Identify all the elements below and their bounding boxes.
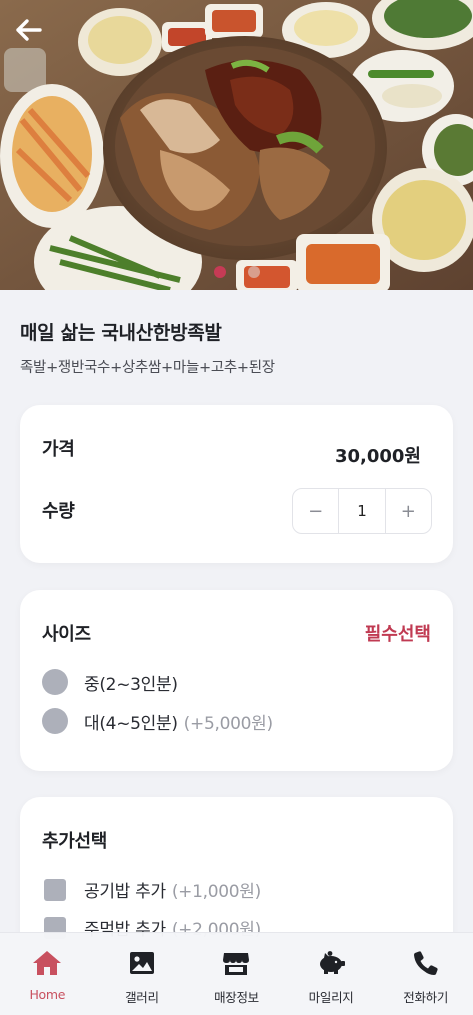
- gallery-icon: [127, 949, 157, 977]
- store-icon: [221, 949, 251, 977]
- option-extra-price: (+5,000원): [183, 713, 273, 734]
- quantity-value: 1: [338, 489, 386, 533]
- carousel-dot-active[interactable]: [214, 266, 226, 278]
- product-title: 매일 삶는 국내산한방족발: [20, 322, 222, 344]
- size-option-card: 사이즈 필수선택 중(2~3인분) 대(4~5인분) (+5,000원): [20, 590, 453, 771]
- nav-label: 전화하기: [403, 990, 449, 1005]
- hero-image: [0, 0, 473, 290]
- home-icon: [32, 949, 62, 977]
- nav-item-store-info[interactable]: 매장정보: [189, 933, 284, 1015]
- required-badge: 필수선택: [364, 624, 431, 645]
- nav-label: 매장정보: [214, 990, 259, 1005]
- quantity-label: 수량: [42, 501, 75, 522]
- nav-label: 마일리지: [308, 990, 354, 1005]
- carousel-dot[interactable]: [248, 266, 260, 278]
- price-quantity-card: 가격 30,000원 수량 − 1 +: [20, 405, 453, 563]
- nav-label: 갤러리: [125, 990, 159, 1005]
- bottom-navigation: Home 갤러리 매장정보 마일리지 전화하기: [0, 932, 473, 1015]
- option-label: 대(4~5인분): [84, 713, 178, 734]
- extra-title: 추가선택: [42, 831, 108, 852]
- nav-item-mileage[interactable]: 마일리지: [284, 933, 379, 1015]
- size-option-large[interactable]: 대(4~5인분) (+5,000원): [42, 708, 273, 734]
- radio-button[interactable]: [42, 708, 68, 734]
- product-description: 족발+쟁반국수+상추쌈+마늘+고추+된장: [20, 360, 275, 376]
- size-option-medium[interactable]: 중(2~3인분): [42, 669, 178, 695]
- phone-icon: [411, 949, 441, 977]
- back-button[interactable]: [14, 18, 50, 50]
- nav-item-home[interactable]: Home: [0, 933, 95, 1015]
- checkbox[interactable]: [44, 878, 66, 901]
- radio-button[interactable]: [42, 669, 68, 695]
- price-value: 30,000원: [334, 446, 421, 467]
- carousel-indicator: [214, 266, 260, 278]
- arrow-left-icon: [16, 19, 42, 41]
- decrease-button[interactable]: −: [293, 489, 338, 533]
- nav-label: Home: [29, 987, 66, 1002]
- size-title: 사이즈: [42, 624, 91, 645]
- option-label: 중(2~3인분): [84, 674, 178, 695]
- option-label: 공기밥 추가: [84, 882, 166, 902]
- option-extra-price: (+1,000원): [171, 882, 261, 902]
- nav-item-call[interactable]: 전화하기: [378, 933, 473, 1015]
- piggy-bank-icon: [316, 949, 346, 977]
- price-label: 가격: [42, 439, 75, 460]
- extra-option-rice[interactable]: 공기밥 추가 (+1,000원): [42, 877, 261, 902]
- nav-item-gallery[interactable]: 갤러리: [95, 933, 190, 1015]
- increase-button[interactable]: +: [386, 489, 431, 533]
- quantity-stepper: − 1 +: [292, 488, 432, 534]
- food-photo: [0, 0, 473, 290]
